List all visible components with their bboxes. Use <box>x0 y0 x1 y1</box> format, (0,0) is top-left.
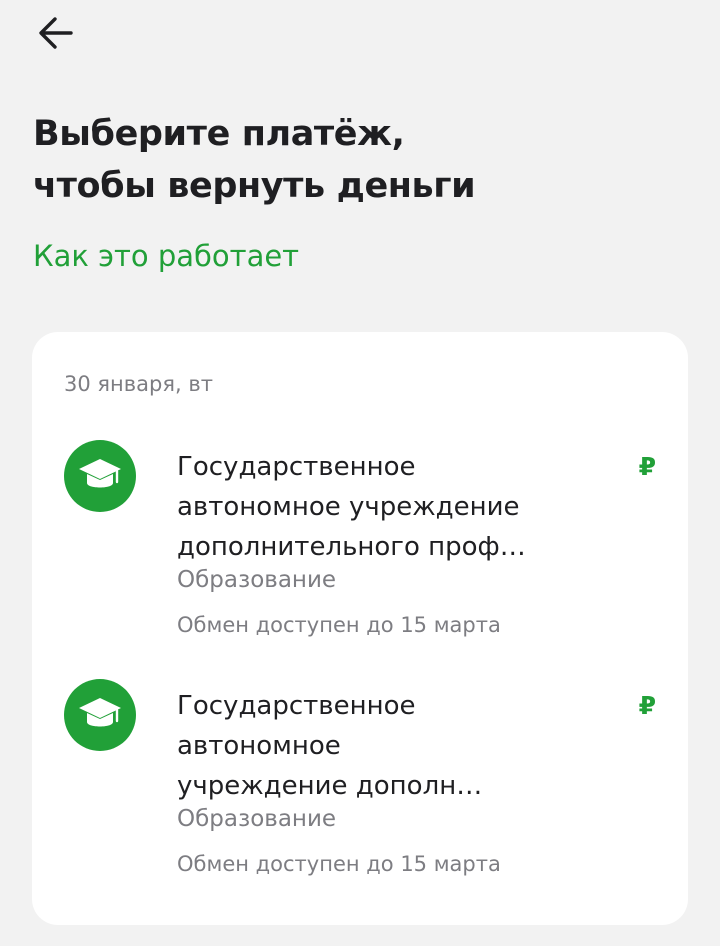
arrow-left-icon <box>39 17 73 49</box>
category-icon <box>64 679 136 751</box>
merchant-name-line-3: дополнительного проф… <box>177 532 526 562</box>
merchant-name-line-2: автономное учреждение <box>177 492 520 522</box>
category-icon <box>64 440 136 512</box>
graduation-cap-icon <box>79 698 121 727</box>
page-title-line-1: Выберите платёж, <box>33 114 405 154</box>
back-button[interactable] <box>30 10 82 56</box>
payments-card: 30 января, вт Государственное автономное… <box>32 332 688 925</box>
merchant-name-line-1: Государственное <box>177 452 416 482</box>
payment-item[interactable]: Государственное автономное учреждение до… <box>32 676 688 886</box>
merchant-name: Государственное автономное учреждение до… <box>177 686 597 806</box>
date-header: 30 января, вт <box>64 372 213 396</box>
amount: ₽ <box>638 452 656 481</box>
category-label: Образование <box>177 567 337 593</box>
exchange-note: Обмен доступен до 15 марта <box>177 613 501 637</box>
graduation-cap-icon <box>79 459 121 488</box>
merchant-name-line-1: Государственное <box>177 691 416 721</box>
merchant-name-line-2: автономное <box>177 731 341 761</box>
page-title: Выберите платёж, чтобы вернуть деньги <box>33 108 476 212</box>
merchant-name: Государственное автономное учреждение до… <box>177 447 597 567</box>
amount: ₽ <box>638 691 656 720</box>
page-title-line-2: чтобы вернуть деньги <box>33 166 476 206</box>
exchange-note: Обмен доступен до 15 марта <box>177 852 501 876</box>
payment-item[interactable]: Государственное автономное учреждение до… <box>32 437 688 647</box>
merchant-name-line-3: учреждение дополн… <box>177 771 483 801</box>
how-it-works-link[interactable]: Как это работает <box>33 236 299 276</box>
category-label: Образование <box>177 806 337 832</box>
